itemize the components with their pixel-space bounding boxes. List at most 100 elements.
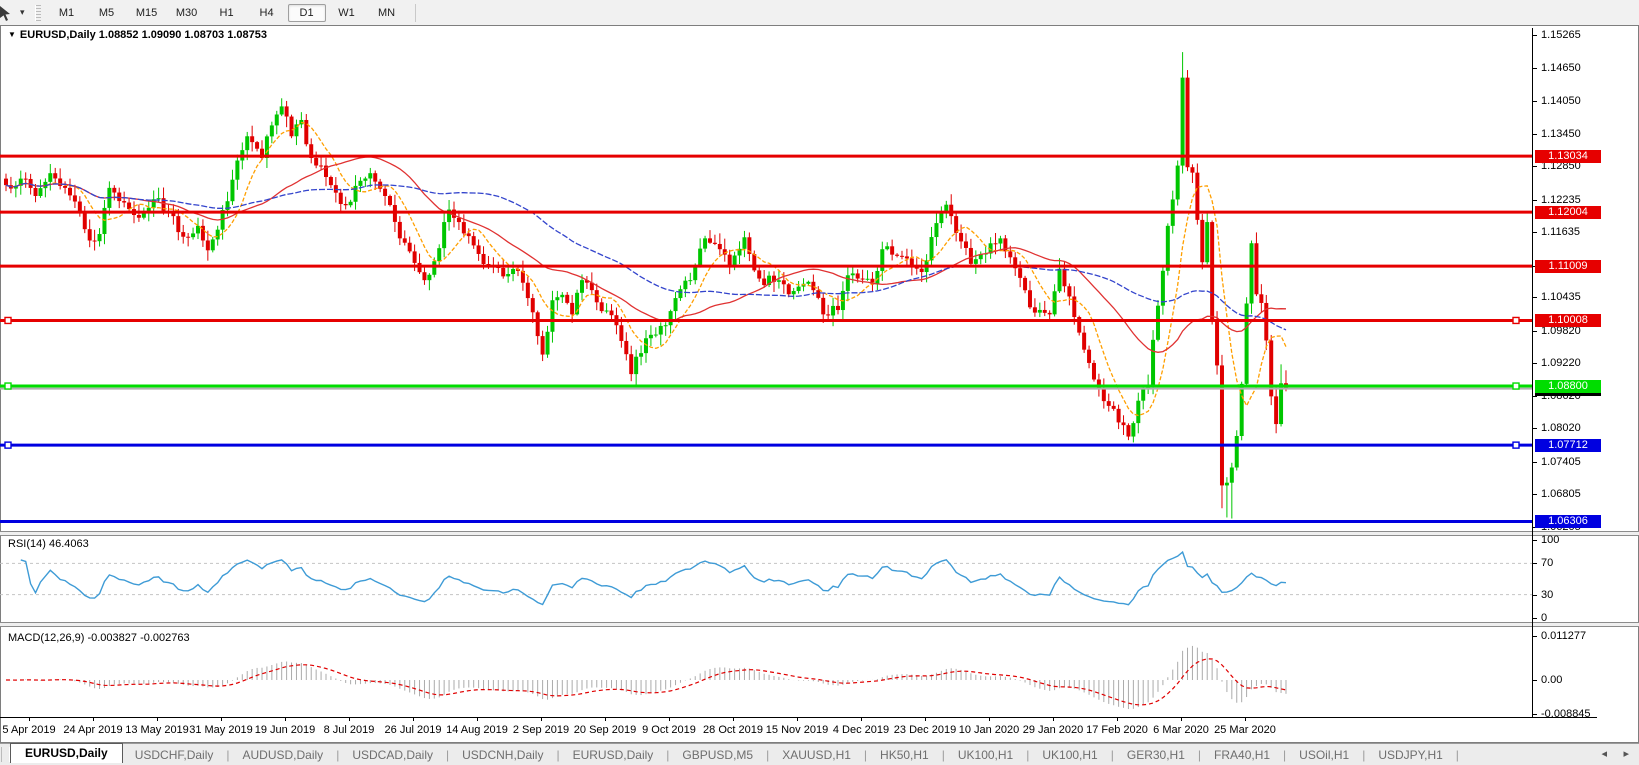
panel-separator[interactable] [0, 622, 1639, 627]
chart-tab-gbpusd-m5[interactable]: GBPUSD,M5 [670, 747, 765, 763]
rsi-axis-tick [1533, 540, 1537, 541]
date-tick-label: 13 May 2019 [125, 724, 189, 736]
macd-tick-label: 0.011277 [1541, 630, 1587, 643]
macd-tick-label: 0.00 [1541, 674, 1563, 686]
price-axis-tick [1533, 68, 1537, 70]
date-axis-tick [1245, 718, 1246, 721]
timeframe-button-d1[interactable]: D1 [287, 3, 326, 22]
level-price-label: 1.06306 [1535, 515, 1601, 529]
price-axis-tick [1533, 363, 1537, 365]
macd-indicator-canvas[interactable] [0, 628, 1533, 717]
price-axis-tick [1533, 166, 1537, 168]
price-tick-label: 1.14050 [1541, 94, 1581, 107]
toolbar-divider [414, 3, 416, 22]
rsi-indicator-canvas[interactable] [0, 536, 1533, 620]
chart-tab-uk100-h1[interactable]: UK100,H1 [946, 747, 1025, 763]
date-axis-tick [605, 718, 606, 721]
price-tick-label: 1.13450 [1541, 127, 1581, 140]
macd-indicator-label: MACD(12,26,9) -0.003827 -0.002763 [8, 632, 190, 644]
date-axis-tick [221, 718, 222, 721]
date-tick-label: 8 Jul 2019 [323, 724, 375, 736]
date-axis-tick [29, 718, 30, 721]
date-tick-label: 23 Dec 2019 [893, 724, 957, 736]
date-tick-label: 24 Apr 2019 [63, 724, 123, 736]
date-axis-tick [349, 718, 350, 721]
price-tick-label: 1.15265 [1541, 29, 1581, 41]
date-axis-tick [93, 718, 94, 721]
timeframe-button-m30[interactable]: M30 [168, 4, 206, 22]
chart-tab-audusd-daily[interactable]: AUDUSD,Daily [231, 747, 336, 763]
price-chart-canvas[interactable] [0, 28, 1533, 532]
chart-tab-uk100-h1[interactable]: UK100,H1 [1030, 747, 1109, 763]
chart-tab-fra40-h1[interactable]: FRA40,H1 [1202, 747, 1282, 763]
date-tick-label: 5 Apr 2019 [2, 724, 56, 736]
chart-tab-usdcnh-daily[interactable]: USDCNH,Daily [450, 747, 555, 763]
rsi-axis-tick [1533, 594, 1537, 596]
chart-tab-usdchf-daily[interactable]: USDCHF,Daily [123, 747, 226, 763]
crosshair-tool-icon[interactable] [0, 4, 16, 22]
date-tick-label: 15 Nov 2019 [765, 724, 829, 736]
tabbar-grip [1, 747, 10, 762]
date-axis-tick [285, 718, 286, 721]
collapse-triangle-icon[interactable]: ▼ [8, 30, 16, 39]
chart-tab-eurusd-daily[interactable]: EURUSD,Daily [10, 743, 123, 763]
tab-scroll-left-icon[interactable]: ◂ [1601, 747, 1607, 760]
date-tick-label: 4 Dec 2019 [832, 724, 890, 736]
level-price-label: 1.13034 [1535, 150, 1601, 164]
tab-scroll-right-icon[interactable]: ▸ [1623, 747, 1629, 760]
timeframe-button-m1[interactable]: M1 [48, 4, 86, 22]
date-tick-label: 29 Jan 2020 [1022, 724, 1084, 736]
price-axis-tick [1533, 35, 1537, 36]
price-axis-tick [1533, 461, 1537, 463]
price-tick-label: 1.06805 [1541, 488, 1581, 501]
rsi-axis-tick [1533, 563, 1537, 565]
price-tick-label: 1.11635 [1541, 226, 1580, 239]
price-tick-label: 1.09220 [1541, 357, 1581, 370]
timeframe-button-mn[interactable]: MN [368, 4, 406, 22]
timeframe-button-w1[interactable]: W1 [328, 4, 366, 22]
date-tick-label: 10 Jan 2020 [958, 724, 1020, 736]
chart-tab-hk50-h1[interactable]: HK50,H1 [868, 747, 941, 763]
date-tick-label: 9 Oct 2019 [642, 724, 696, 736]
rsi-tick-label: 70 [1541, 557, 1554, 570]
date-axis-tick [477, 718, 478, 721]
chart-tab-usdcad-daily[interactable]: USDCAD,Daily [340, 747, 445, 763]
price-axis-tick [1533, 330, 1537, 332]
date-tick-label: 2 Sep 2019 [512, 724, 570, 736]
chart-tab-xauusd-h1[interactable]: XAUUSD,H1 [770, 747, 863, 763]
date-tick-label: 6 Mar 2020 [1153, 724, 1209, 736]
price-axis-tick [1533, 494, 1537, 496]
chart-tab-ger30-h1[interactable]: GER30,H1 [1115, 747, 1197, 763]
price-axis-tick [1533, 100, 1537, 102]
price-tick-label: 1.12235 [1541, 193, 1581, 206]
date-tick-label: 20 Sep 2019 [573, 724, 637, 736]
chevron-down-icon[interactable]: ▾ [20, 7, 25, 18]
price-tick-label: 1.10435 [1541, 291, 1581, 304]
chart-tab-bar: EURUSD,Daily USDCHF,Daily | AUDUSD,Daily | US… [0, 743, 1639, 765]
chart-tab-usoil-h1[interactable]: USOil,H1 [1287, 747, 1361, 763]
timeframe-button-h1[interactable]: H1 [208, 4, 246, 22]
date-tick-label: 26 Jul 2019 [384, 724, 442, 736]
date-tick-label: 14 Aug 2019 [446, 724, 508, 736]
level-price-label: 1.08800 [1535, 380, 1601, 394]
price-axis-tick [1533, 133, 1537, 135]
rsi-tick-label: 100 [1541, 534, 1560, 546]
toolbar-grip [34, 4, 41, 21]
price-axis[interactable]: 1.15265 1.14650 1.14050 1.13450 1.12850 1.122… [1532, 28, 1639, 720]
chart-tab-eurusd-daily[interactable]: EURUSD,Daily [561, 747, 666, 763]
price-axis-tick [1533, 199, 1537, 201]
timeframe-button-m15[interactable]: M15 [128, 4, 166, 22]
chart-tab-usdjpy-h1[interactable]: USDJPY,H1 [1366, 747, 1454, 763]
date-axis[interactable]: 5 Apr 2019 24 Apr 2019 13 May 2019 31 May 2… [0, 718, 1639, 743]
date-axis-tick [1181, 718, 1182, 721]
date-axis-tick [797, 718, 798, 721]
date-axis-tick [669, 718, 670, 721]
timeframe-button-m5[interactable]: M5 [88, 4, 126, 22]
timeframe-button-h4[interactable]: H4 [248, 4, 286, 22]
date-tick-label: 19 Jun 2019 [254, 724, 316, 736]
date-axis-tick [541, 718, 542, 721]
macd-axis-tick [1533, 714, 1537, 716]
date-tick-label: 25 Mar 2020 [1214, 724, 1276, 736]
date-axis-tick [733, 718, 734, 721]
date-axis-tick [1117, 718, 1118, 721]
